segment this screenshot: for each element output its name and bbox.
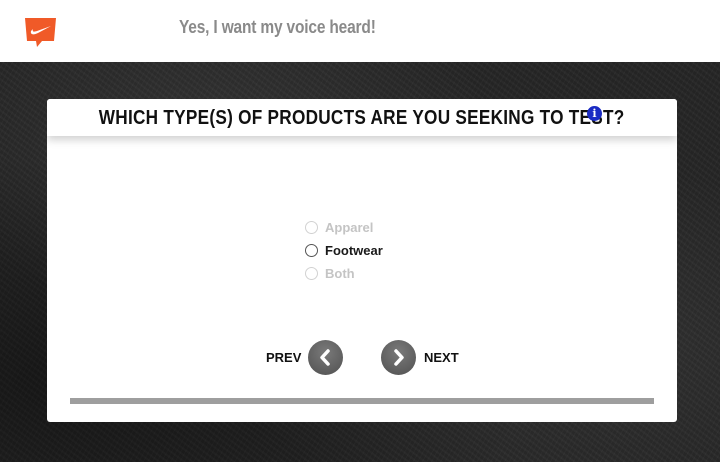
info-icon[interactable]: i xyxy=(587,106,602,121)
answer-options: Apparel Footwear Both xyxy=(305,216,383,285)
chevron-right-icon xyxy=(394,349,404,366)
question-text: WHICH TYPE(S) OF PRODUCTS ARE YOU SEEKIN… xyxy=(99,107,625,129)
progress-bar-fill xyxy=(70,398,654,404)
radio-button[interactable] xyxy=(305,267,318,280)
radio-button[interactable] xyxy=(305,244,318,257)
question-title: WHICH TYPE(S) OF PRODUCTS ARE YOU SEEKIN… xyxy=(47,107,677,130)
prev-nav[interactable]: PREV xyxy=(266,340,344,375)
option-footwear[interactable]: Footwear xyxy=(305,239,383,262)
next-label[interactable]: NEXT xyxy=(424,350,459,365)
nike-swoosh-speech-bubble-icon[interactable] xyxy=(24,17,57,48)
prev-button[interactable] xyxy=(308,340,344,375)
radio-button[interactable] xyxy=(305,221,318,234)
question-header: WHICH TYPE(S) OF PRODUCTS ARE YOU SEEKIN… xyxy=(47,99,677,136)
header-tagline: Yes, I want my voice heard! xyxy=(179,17,376,37)
option-label: Footwear xyxy=(325,243,383,258)
option-apparel[interactable]: Apparel xyxy=(305,216,383,239)
next-nav[interactable]: NEXT xyxy=(381,340,459,375)
option-label: Apparel xyxy=(325,220,374,235)
next-button[interactable] xyxy=(381,340,416,375)
survey-card: WHICH TYPE(S) OF PRODUCTS ARE YOU SEEKIN… xyxy=(47,99,677,422)
prev-label[interactable]: PREV xyxy=(266,350,301,365)
progress-bar xyxy=(70,398,654,404)
option-both[interactable]: Both xyxy=(305,262,383,285)
option-label: Both xyxy=(325,266,355,281)
chevron-left-icon xyxy=(320,349,331,366)
site-header: Yes, I want my voice heard! xyxy=(0,0,720,62)
